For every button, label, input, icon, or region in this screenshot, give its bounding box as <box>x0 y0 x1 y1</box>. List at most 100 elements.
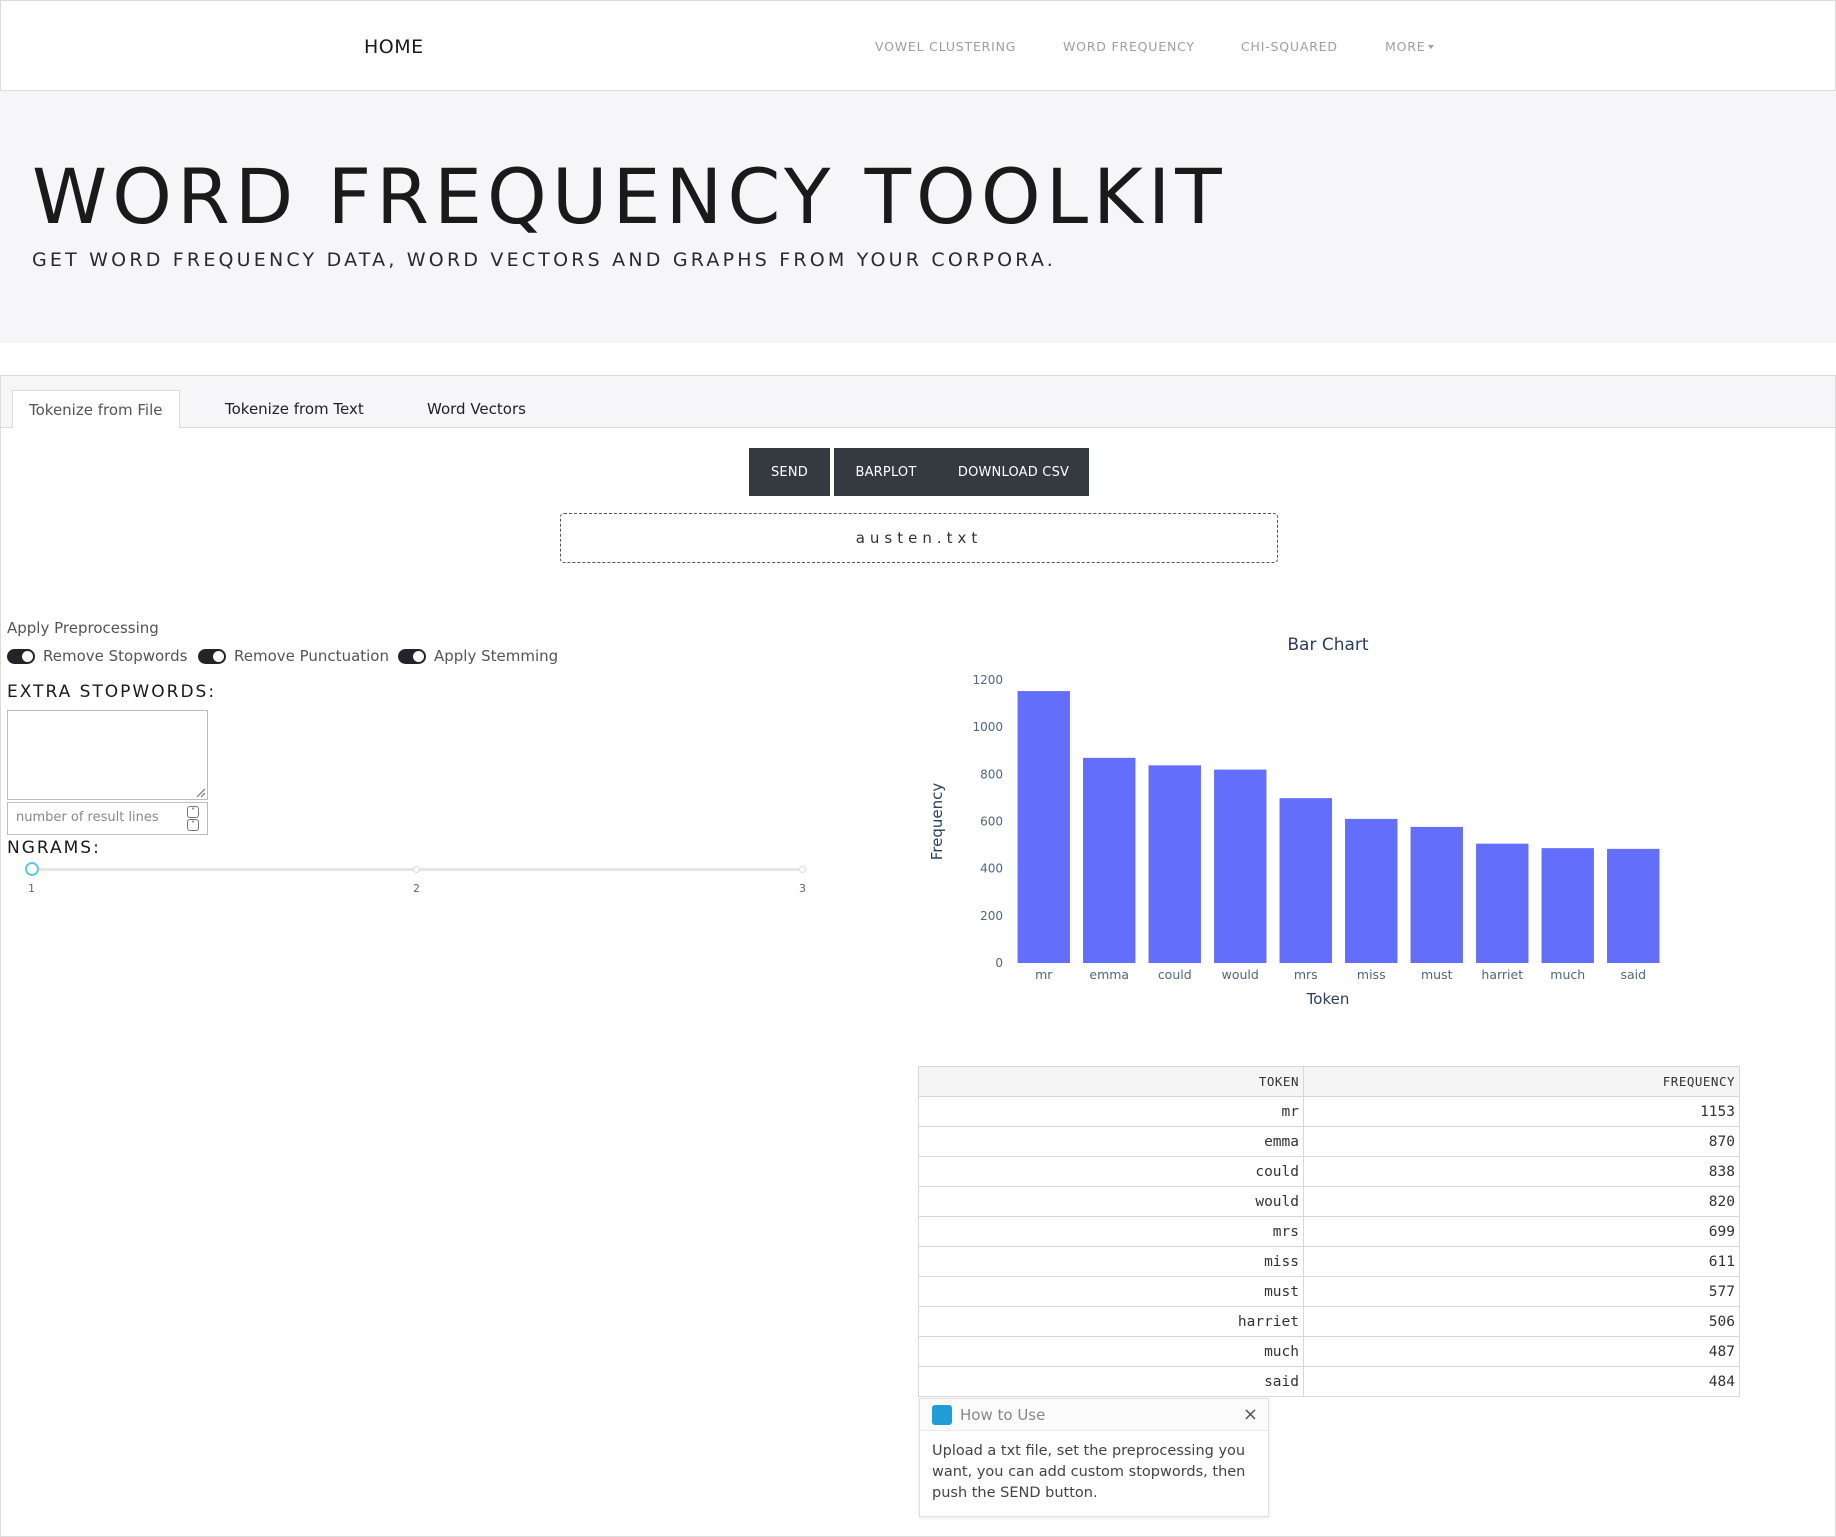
y-tick-label: 0 <box>995 956 1003 970</box>
table-row: mr 1153 <box>918 1096 1740 1127</box>
nav-link-word-frequency[interactable]: WORD FREQUENCY <box>1063 39 1195 54</box>
y-tick-label: 1200 <box>972 673 1003 687</box>
tab-word-vectors[interactable]: Word Vectors <box>427 390 526 429</box>
extra-stopwords-textarea[interactable] <box>7 710 208 800</box>
table-row: harriet 506 <box>918 1306 1740 1337</box>
tab-panel: Tokenize from File Tokenize from Text Wo… <box>0 375 1836 1537</box>
frequency-cell: 506 <box>1303 1306 1740 1337</box>
ngrams-label: NGRAMS: <box>7 838 101 858</box>
number-stepper[interactable]: ˄ ˅ <box>187 806 199 831</box>
page-subtitle: GET WORD FREQUENCY DATA, WORD VECTORS AN… <box>32 249 1056 271</box>
page-title: WORD FREQUENCY TOOLKIT <box>32 152 1227 241</box>
table-row: must 577 <box>918 1276 1740 1307</box>
x-tick-label: could <box>1158 967 1192 982</box>
token-cell: emma <box>918 1126 1304 1157</box>
token-cell: miss <box>918 1246 1304 1277</box>
y-tick-label: 400 <box>980 862 1003 876</box>
file-name: austen.txt <box>855 529 983 547</box>
resize-handle-icon[interactable] <box>194 786 206 798</box>
info-square-icon <box>932 1404 952 1425</box>
nav-link-vowel-clustering[interactable]: VOWEL CLUSTERING <box>875 39 1016 54</box>
nav-more-dropdown[interactable]: MORE <box>1385 39 1435 54</box>
nav-more-label: MORE <box>1385 39 1426 54</box>
file-dropzone[interactable]: austen.txt <box>560 513 1278 563</box>
bar-miss <box>1345 818 1398 963</box>
apply-stemming-toggle[interactable]: Apply Stemming <box>398 647 558 665</box>
x-tick-label: mrs <box>1294 967 1318 982</box>
table-header-row: TOKEN FREQUENCY <box>918 1066 1740 1097</box>
table-row: mrs 699 <box>918 1216 1740 1247</box>
x-axis-label: Token <box>1306 990 1350 1008</box>
table-row: emma 870 <box>918 1126 1740 1157</box>
x-tick-label: mr <box>1035 967 1053 982</box>
toggle-switch[interactable] <box>7 648 35 664</box>
result-lines-placeholder: number of result lines <box>16 810 159 825</box>
token-cell: harriet <box>918 1306 1304 1337</box>
frequency-cell: 699 <box>1303 1216 1740 1247</box>
remove-stopwords-toggle[interactable]: Remove Stopwords <box>7 647 187 665</box>
bar-emma <box>1083 757 1136 963</box>
frequency-cell: 870 <box>1303 1126 1740 1157</box>
token-cell: must <box>918 1276 1304 1307</box>
bar-mr <box>1017 691 1070 963</box>
frequency-table: TOKEN FREQUENCY mr 1153 emma 870 could 838 wou… <box>918 1066 1740 1397</box>
frequency-cell: 487 <box>1303 1336 1740 1367</box>
toggle-label: Apply Stemming <box>434 647 559 665</box>
toggle-switch[interactable] <box>398 648 426 664</box>
decrement-icon[interactable]: ˅ <box>187 819 199 831</box>
slider-dot <box>799 866 806 873</box>
chart-title: Bar Chart <box>1287 635 1369 655</box>
send-button[interactable]: SEND <box>749 448 830 496</box>
token-cell: much <box>918 1336 1304 1367</box>
token-cell: mr <box>918 1096 1304 1127</box>
frequency-cell: 838 <box>1303 1156 1740 1187</box>
close-icon[interactable]: × <box>1243 1406 1258 1424</box>
toast-title: How to Use <box>960 1405 1046 1424</box>
barplot-button[interactable]: BARPLOT <box>834 448 938 496</box>
bar-could <box>1148 765 1201 963</box>
increment-icon[interactable]: ˄ <box>187 806 199 818</box>
frequency-cell: 820 <box>1303 1186 1740 1217</box>
x-tick-label: emma <box>1089 967 1129 982</box>
x-tick-label: said <box>1620 967 1646 982</box>
bar-much <box>1541 848 1594 963</box>
frequency-cell: 577 <box>1303 1276 1740 1307</box>
ngrams-slider-handle[interactable] <box>25 862 39 876</box>
slider-mark: 1 <box>28 882 35 895</box>
how-to-use-toast: How to Use × Upload a txt file, set the … <box>919 1398 1269 1517</box>
nav-home-link[interactable]: HOME <box>364 36 424 58</box>
bar-would <box>1214 769 1267 963</box>
navbar: HOME VOWEL CLUSTERING WORD FREQUENCY CHI… <box>0 0 1836 91</box>
caret-down-icon <box>1428 45 1435 49</box>
x-tick-label: much <box>1550 967 1585 982</box>
bar-harriet <box>1476 843 1529 963</box>
bar-mrs <box>1279 798 1332 963</box>
toggle-switch[interactable] <box>198 648 226 664</box>
slider-dot <box>413 866 420 873</box>
token-cell: could <box>918 1156 1304 1187</box>
toggle-label: Remove Punctuation <box>234 647 389 665</box>
column-header-frequency: FREQUENCY <box>1303 1066 1740 1097</box>
y-tick-label: 200 <box>980 909 1003 923</box>
download-csv-button[interactable]: DOWNLOAD CSV <box>938 448 1089 496</box>
slider-mark: 3 <box>799 882 806 895</box>
bar-said <box>1607 848 1660 963</box>
remove-punctuation-toggle[interactable]: Remove Punctuation <box>198 647 389 665</box>
frequency-cell: 1153 <box>1303 1096 1740 1127</box>
toggle-label: Remove Stopwords <box>43 647 188 665</box>
frequency-cell: 484 <box>1303 1366 1740 1397</box>
result-lines-input[interactable]: number of result lines ˄ ˅ <box>7 802 208 835</box>
column-header-token: TOKEN <box>918 1066 1304 1097</box>
nav-link-chi-squared[interactable]: CHI-SQUARED <box>1241 39 1338 54</box>
token-cell: would <box>918 1186 1304 1217</box>
frequency-cell: 611 <box>1303 1246 1740 1277</box>
table-row: miss 611 <box>918 1246 1740 1277</box>
tab-tokenize-from-text[interactable]: Tokenize from Text <box>225 390 364 429</box>
slider-mark: 2 <box>413 882 420 895</box>
toast-body: Upload a txt file, set the preprocessing… <box>932 1443 1246 1501</box>
y-axis-label: Frequency <box>928 783 946 861</box>
y-tick-label: 1000 <box>972 720 1003 734</box>
tab-tokenize-from-file[interactable]: Tokenize from File <box>12 390 180 429</box>
x-tick-label: harriet <box>1481 967 1523 982</box>
preprocessing-label: Apply Preprocessing <box>7 619 159 637</box>
